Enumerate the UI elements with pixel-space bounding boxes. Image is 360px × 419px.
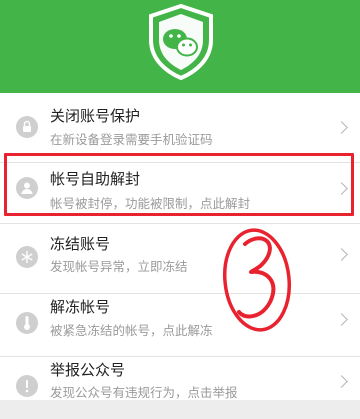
snowflake-icon <box>16 246 38 268</box>
lock-icon <box>16 116 38 138</box>
chevron-right-icon <box>335 375 348 388</box>
menu-item-title: 冻结账号 <box>50 235 111 253</box>
menu-item-subtitle: 发现公众号有违规行为，点击举报 <box>50 385 238 400</box>
report-icon <box>16 375 38 397</box>
menu-item-subtitle: 发现帐号异常，立即冻结 <box>50 259 188 274</box>
chevron-right-icon <box>335 248 348 261</box>
red-highlight-box <box>4 153 354 216</box>
header-banner <box>0 0 360 93</box>
wechat-shield-icon <box>149 3 213 80</box>
menu-item-title: 举报公众号 <box>50 361 126 379</box>
thermometer-icon <box>16 312 38 334</box>
menu-item-title: 解冻帐号 <box>50 298 111 316</box>
chevron-right-icon <box>335 121 348 134</box>
menu-item-subtitle: 被紧急冻结的帐号，点此解冻 <box>50 323 213 338</box>
menu-item-report-official-account[interactable]: 举报公众号 发现公众号有违规行为，点击举报 <box>0 349 360 419</box>
handwritten-step-annotation <box>222 228 292 332</box>
menu-item-subtitle: 在新设备登录需要手机验证码 <box>50 132 213 147</box>
chevron-right-icon <box>335 313 348 326</box>
menu-item-title: 关闭账号保护 <box>50 107 141 125</box>
